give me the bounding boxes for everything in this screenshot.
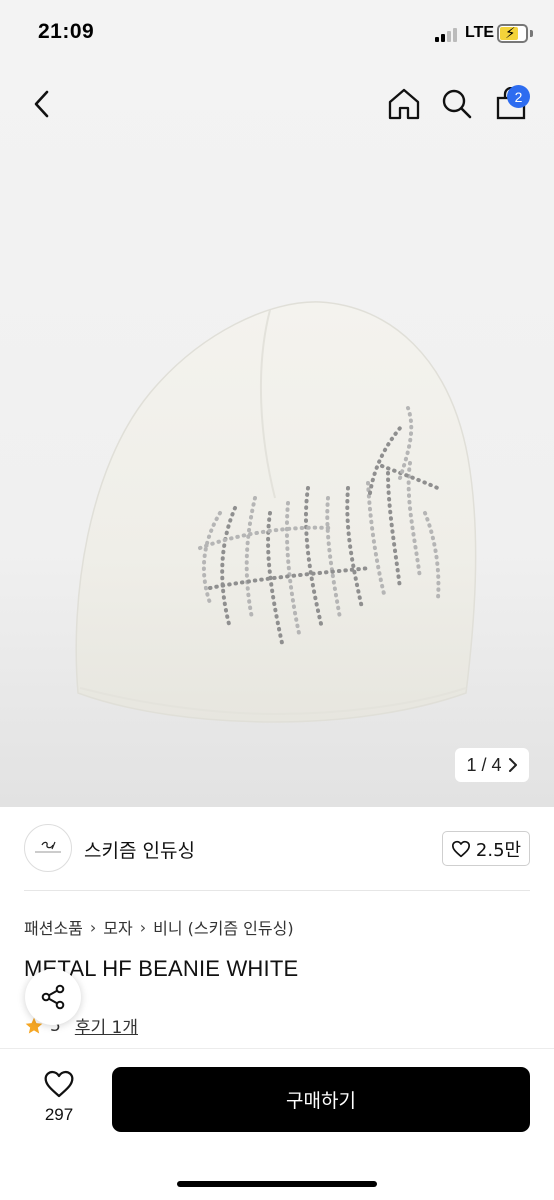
bolt-icon: ⚡ — [505, 24, 516, 42]
seller-logo[interactable] — [24, 824, 72, 872]
seller-name[interactable]: 스키즘 인듀싱 — [84, 836, 195, 863]
reviews-link[interactable]: 후기 1개 — [75, 1013, 138, 1038]
buy-button[interactable]: 구매하기 — [112, 1067, 530, 1132]
beanie-product-image — [75, 301, 477, 723]
heart-outline-icon — [44, 1070, 74, 1098]
wishlist-count: 297 — [44, 1105, 74, 1124]
breadcrumb-item-beanie[interactable]: 비니 (스키즘 인듀싱) — [153, 915, 293, 939]
home-icon — [388, 88, 420, 120]
chevron-left-icon — [34, 90, 49, 118]
image-counter-label: 1 / 4 — [466, 754, 502, 775]
back-button[interactable] — [24, 84, 60, 124]
chevron-right-icon: › — [139, 917, 147, 937]
heart-outline-icon — [451, 840, 470, 857]
battery-tip — [530, 30, 533, 37]
seller-like-count: 2.5만 — [475, 839, 522, 861]
section-divider — [24, 890, 530, 891]
wishlist-button[interactable]: 297 — [28, 1069, 90, 1135]
status-time: 21:09 — [38, 20, 95, 43]
breadcrumb: 패션소품 › 모자 › 비니 (스키즘 인듀싱) — [24, 915, 294, 939]
breadcrumb-item-hat[interactable]: 모자 — [103, 915, 132, 939]
image-counter[interactable]: 1 / 4 — [455, 748, 529, 782]
product-image-gallery[interactable]: 1 / 4 — [0, 70, 554, 807]
cart-badge: 2 — [507, 85, 530, 108]
share-icon — [41, 984, 65, 1010]
home-indicator — [177, 1181, 377, 1187]
bottom-action-bar: 297 구매하기 — [0, 1048, 554, 1200]
breadcrumb-item-fashion[interactable]: 패션소품 — [24, 915, 83, 939]
share-button[interactable] — [25, 969, 81, 1025]
brand-logo-mark — [35, 841, 61, 853]
network-label: LTE — [465, 24, 495, 41]
search-button[interactable] — [437, 84, 477, 124]
signal-icon — [435, 28, 461, 42]
seller-row[interactable]: 스키즘 인듀싱 2.5만 — [0, 807, 554, 891]
battery-icon: ⚡ — [497, 24, 528, 43]
seller-like-button[interactable]: 2.5만 — [442, 831, 530, 866]
chevron-right-icon: › — [89, 917, 97, 937]
home-button[interactable] — [384, 84, 424, 124]
chevron-right-icon — [508, 758, 517, 772]
status-bar: 21:09 LTE ⚡ — [0, 0, 554, 70]
search-icon — [442, 89, 472, 119]
